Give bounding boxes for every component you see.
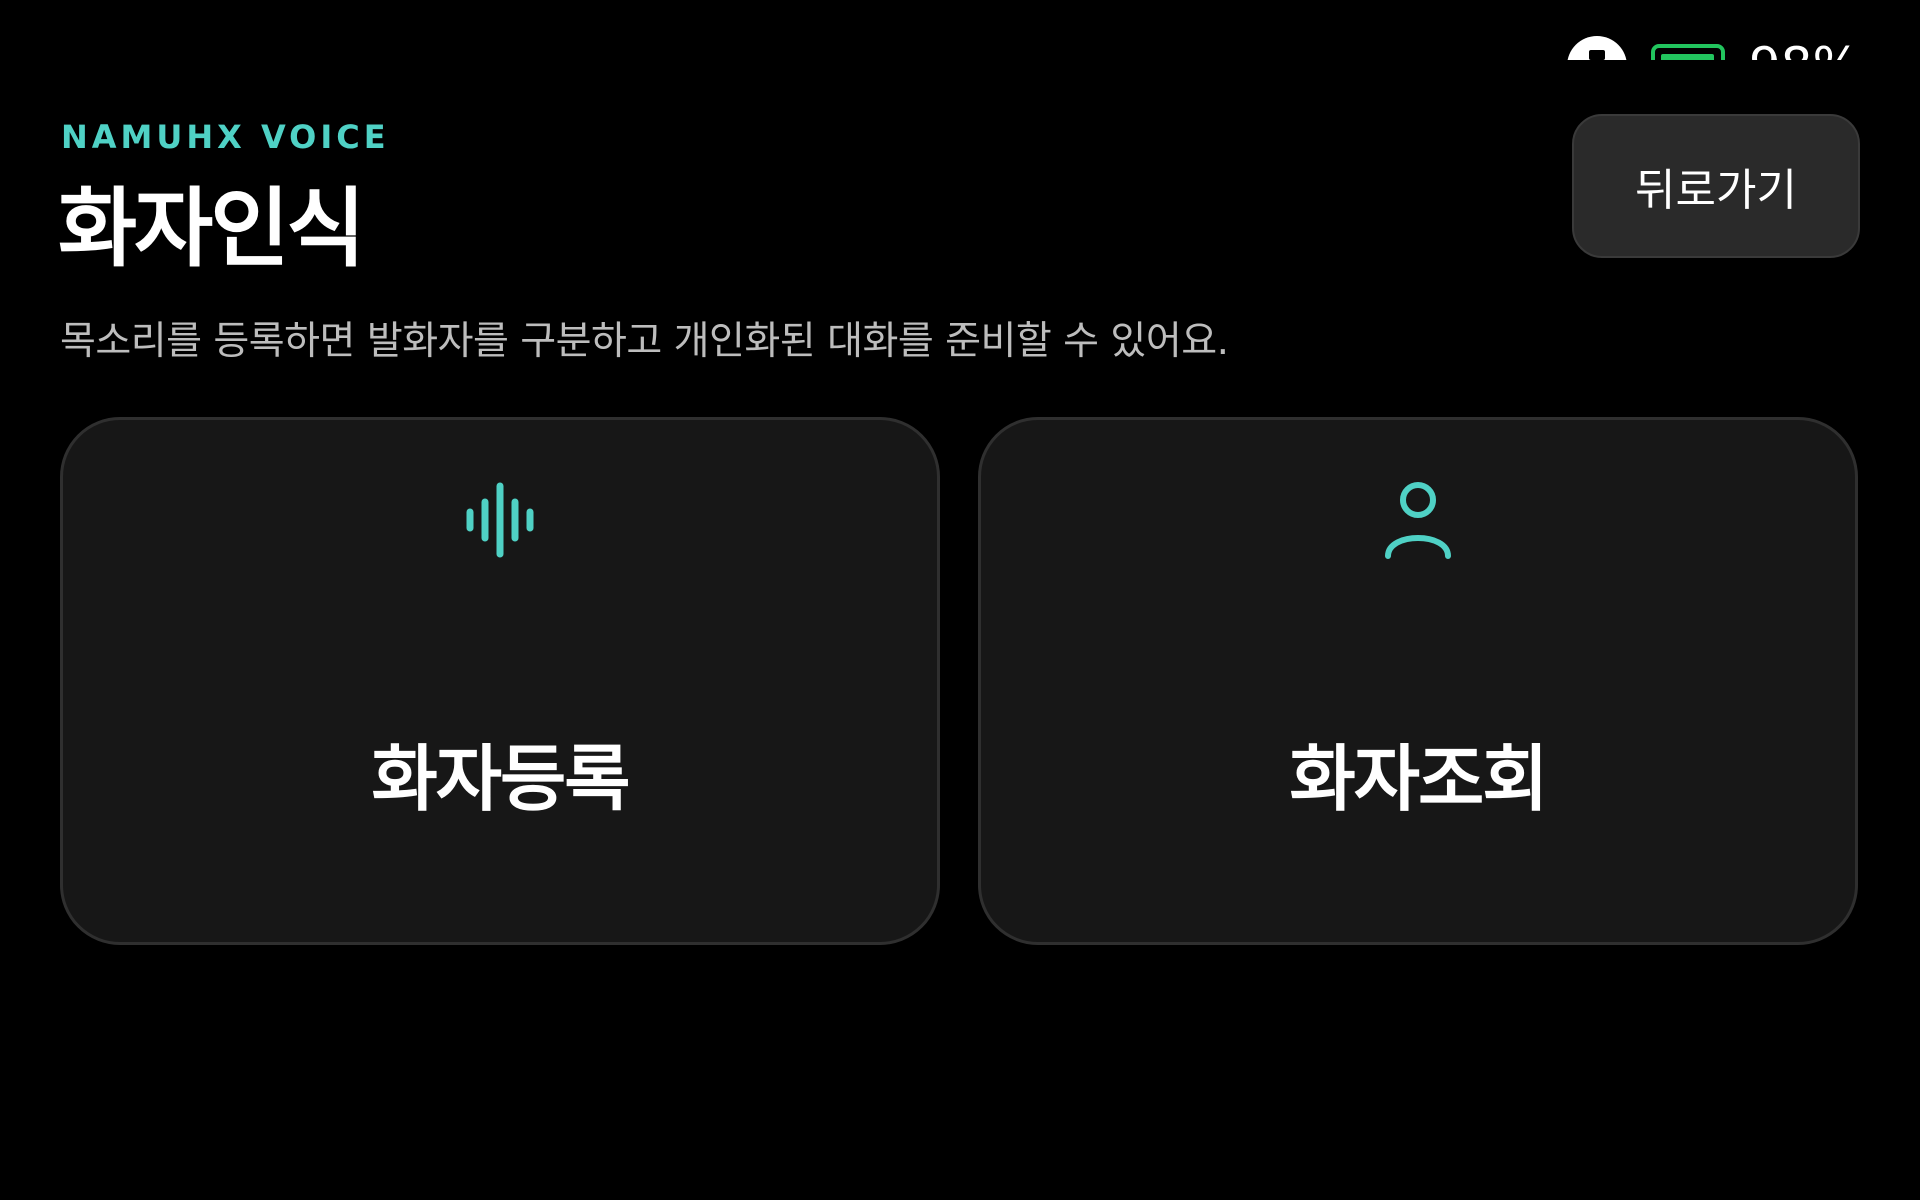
view-speaker-label: 화자조회 <box>1289 737 1549 821</box>
register-speaker-card[interactable]: 화자등록 <box>60 417 940 945</box>
battery-percentage: 98% <box>1749 36 1860 60</box>
waveform-icon <box>466 482 534 558</box>
view-speaker-card[interactable]: 화자조회 <box>978 417 1858 945</box>
status-bar: 98% <box>1566 0 1860 60</box>
back-button[interactable]: 뒤로가기 <box>1572 114 1860 258</box>
person-icon <box>1385 482 1451 559</box>
status-circle-icon <box>1566 36 1627 60</box>
brand-eyebrow: NAMUHX VOICE <box>61 118 390 156</box>
register-speaker-label: 화자등록 <box>371 737 631 821</box>
page-subtitle: 목소리를 등록하면 발화자를 구분하고 개인화된 대화를 준비할 수 있어요. <box>60 319 1229 364</box>
speaker-recognition-screen: 98% NAMUHX VOICE 화자인식 목소리를 등록하면 발화자를 구분하… <box>0 0 1920 1200</box>
battery-fill <box>1660 54 1714 60</box>
battery-icon <box>1650 44 1725 60</box>
page-title: 화자인식 <box>58 179 365 279</box>
